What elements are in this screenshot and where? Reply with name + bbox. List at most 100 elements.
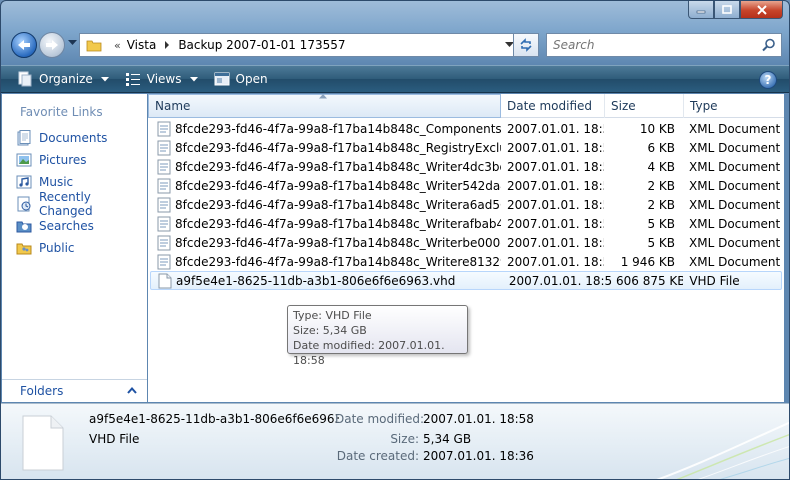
organize-icon — [18, 71, 32, 87]
favorite-links-list: Documents Pictures Music Recently Change… — [2, 127, 147, 259]
file-row[interactable]: 8fcde293-fd46-4f7a-99a8-f17ba14b848c_Wri… — [148, 157, 784, 176]
minimize-icon — [696, 10, 706, 13]
file-type: XML Document — [689, 159, 781, 174]
file-name: 8fcde293-fd46-4f7a-99a8-f17ba14b848c_Com… — [175, 121, 501, 136]
details-date-created-value[interactable]: 2007.01.01. 18:36 — [423, 449, 534, 463]
refresh-button[interactable] — [513, 33, 539, 57]
tooltip-date-modified: Date modified: 2007.01.01. 18:58 — [293, 339, 445, 367]
file-date: 2007.01.01. 18:58 — [507, 140, 604, 155]
folder-icon — [86, 40, 102, 52]
file-row-hovered[interactable]: a9f5e4e1-8625-11db-a3b1-806e6f6e6963.vhd… — [150, 271, 782, 290]
favorite-links-header: Favorite Links — [20, 105, 103, 119]
details-date-created: Date created: 2007.01.01. 18:36 — [335, 449, 534, 463]
forward-button[interactable] — [39, 32, 65, 58]
column-type-label: Type — [690, 99, 718, 113]
nav-item-public[interactable]: Public — [2, 237, 147, 259]
back-button[interactable] — [11, 32, 37, 58]
nav-item-searches[interactable]: Searches — [2, 215, 147, 237]
folders-toggle[interactable]: Folders — [2, 379, 147, 402]
xml-file-icon — [157, 178, 171, 193]
file-name: a9f5e4e1-8625-11db-a3b1-806e6f6e6963.vhd — [176, 273, 456, 288]
address-row: « Vista Backup 2007-01-01 173557 — [9, 29, 782, 61]
file-name: 8fcde293-fd46-4f7a-99a8-f17ba14b848c_Wri… — [175, 197, 501, 212]
column-header-size[interactable]: Size — [605, 94, 684, 118]
file-date: 2007.01.01. 18:58 — [507, 216, 604, 231]
file-type: XML Document — [689, 216, 781, 231]
file-row[interactable]: 8fcde293-fd46-4f7a-99a8-f17ba14b848c_Wri… — [148, 214, 784, 233]
vhd-file-thumbnail-icon — [22, 415, 64, 471]
file-size: 5 KB — [647, 235, 675, 250]
file-date: 2007.01.01. 18:58 — [508, 273, 605, 288]
file-rows: 8fcde293-fd46-4f7a-99a8-f17ba14b848c_Com… — [148, 119, 784, 290]
minimize-button[interactable] — [688, 1, 714, 19]
pictures-icon — [16, 152, 32, 168]
file-name: 8fcde293-fd46-4f7a-99a8-f17ba14b848c_Wri… — [175, 254, 501, 269]
details-date-modified-value[interactable]: 2007.01.01. 18:58 — [423, 412, 534, 426]
file-row[interactable]: 8fcde293-fd46-4f7a-99a8-f17ba14b848c_Wri… — [148, 176, 784, 195]
column-date-label: Date modified — [507, 99, 593, 113]
file-type: XML Document — [689, 140, 781, 155]
views-button[interactable]: Views — [119, 65, 204, 93]
details-file-type: VHD File — [89, 432, 140, 446]
file-row[interactable]: 8fcde293-fd46-4f7a-99a8-f17ba14b848c_Reg… — [148, 138, 784, 157]
nav-item-documents[interactable]: Documents — [2, 127, 147, 149]
file-row[interactable]: 8fcde293-fd46-4f7a-99a8-f17ba14b848c_Wri… — [148, 233, 784, 252]
recent-pages-dropdown-icon[interactable] — [68, 40, 77, 46]
file-name: 8fcde293-fd46-4f7a-99a8-f17ba14b848c_Wri… — [175, 159, 501, 174]
search-input[interactable] — [553, 38, 753, 52]
maximize-button[interactable] — [714, 1, 740, 19]
file-name: 8fcde293-fd46-4f7a-99a8-f17ba14b848c_Wri… — [175, 178, 501, 193]
open-label: Open — [235, 72, 268, 86]
nav-item-label: Documents — [39, 131, 108, 145]
help-icon: ? — [764, 73, 772, 87]
search-icon[interactable] — [762, 38, 776, 52]
address-bar[interactable]: « Vista Backup 2007-01-01 173557 — [79, 33, 519, 57]
file-type: XML Document — [689, 121, 781, 136]
refresh-icon — [520, 38, 532, 52]
public-folder-icon — [16, 240, 32, 256]
file-tooltip: Type: VHD File Size: 5,34 GB Date modifi… — [287, 305, 468, 367]
file-size: 1 946 KB — [620, 254, 675, 269]
file-row[interactable]: 8fcde293-fd46-4f7a-99a8-f17ba14b848c_Com… — [148, 119, 784, 138]
views-label: Views — [146, 72, 182, 86]
breadcrumb-separator-icon[interactable] — [160, 41, 174, 49]
search-box[interactable] — [546, 33, 782, 57]
file-size: 6 KB — [647, 140, 675, 155]
nav-item-label: Public — [39, 241, 75, 255]
breadcrumb-backup[interactable]: Backup 2007-01-01 173557 — [178, 38, 345, 52]
documents-icon — [16, 130, 32, 146]
views-icon — [125, 73, 140, 86]
nav-item-pictures[interactable]: Pictures — [2, 149, 147, 171]
column-header-date[interactable]: Date modified — [501, 94, 605, 118]
breadcrumb-vista[interactable]: Vista — [127, 38, 157, 52]
file-row[interactable]: 8fcde293-fd46-4f7a-99a8-f17ba14b848c_Wri… — [148, 252, 784, 271]
nav-item-label: Recently Changed — [39, 190, 93, 218]
nav-item-recently-changed[interactable]: Recently Changed — [2, 190, 147, 218]
file-row[interactable]: 8fcde293-fd46-4f7a-99a8-f17ba14b848c_Wri… — [148, 195, 784, 214]
folders-label: Folders — [20, 384, 64, 398]
open-button[interactable]: Open — [208, 65, 274, 93]
organize-button[interactable]: Organize — [11, 65, 115, 93]
views-dropdown-icon — [189, 76, 198, 81]
recently-changed-icon — [16, 196, 32, 212]
column-header-type[interactable]: Type — [684, 94, 784, 118]
organize-label: Organize — [39, 72, 93, 86]
back-arrow-icon — [18, 40, 30, 50]
file-size: 5 606 875 KB — [604, 273, 684, 288]
address-overflow[interactable]: « — [114, 39, 121, 52]
navigation-pane: Favorite Links Documents Pictures Music … — [2, 94, 147, 402]
column-header-name[interactable]: Name — [148, 94, 501, 118]
help-button[interactable]: ? — [759, 71, 777, 89]
close-button[interactable] — [740, 1, 783, 19]
column-name-label: Name — [155, 99, 191, 113]
details-date-created-label: Date created: — [336, 449, 419, 463]
file-type: XML Document — [689, 235, 781, 250]
chevron-up-icon — [127, 387, 137, 394]
maximize-icon — [722, 4, 732, 14]
file-name: 8fcde293-fd46-4f7a-99a8-f17ba14b848c_Reg… — [175, 140, 501, 155]
file-date: 2007.01.01. 18:58 — [507, 197, 604, 212]
details-date-modified: Date modified:2007.01.01. 18:58 — [335, 412, 534, 426]
organize-dropdown-icon — [100, 76, 109, 81]
details-date-modified-label: Date modified: — [335, 412, 425, 426]
explorer-window: « Vista Backup 2007-01-01 173557 Search … — [0, 0, 790, 480]
